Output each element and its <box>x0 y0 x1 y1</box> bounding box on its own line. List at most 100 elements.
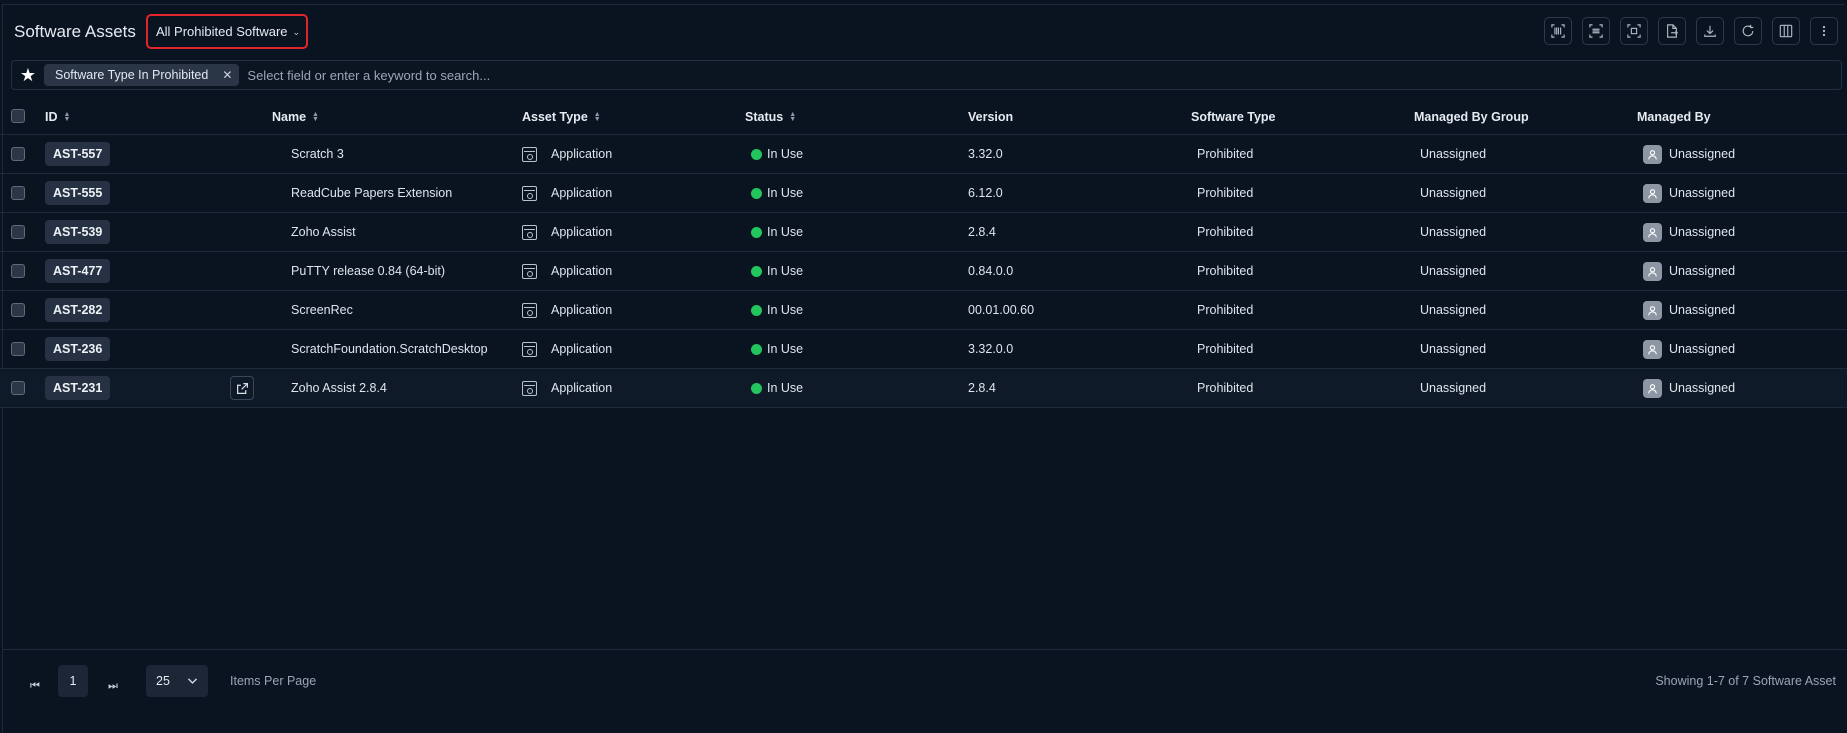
toolbar <box>1544 17 1838 45</box>
avatar <box>1643 378 1662 398</box>
row-checkbox[interactable] <box>11 264 25 278</box>
filter-chip-label: Software Type In Prohibited <box>55 68 209 82</box>
avatar <box>1643 183 1662 203</box>
software-type: Prohibited <box>1197 225 1254 239</box>
asset-name[interactable]: ScratchFoundation.ScratchDesktop <box>291 342 488 356</box>
asset-id-badge[interactable]: AST-282 <box>45 298 111 322</box>
items-per-page-select[interactable]: 25 <box>146 665 208 697</box>
column-header-id[interactable]: ID ▲ ▼ <box>45 110 70 124</box>
scan-button[interactable] <box>1582 17 1610 45</box>
current-page-button[interactable]: 1 <box>58 665 88 697</box>
search-input[interactable] <box>247 67 1841 83</box>
status-label: In Use <box>767 342 804 356</box>
download-button[interactable] <box>1696 17 1724 45</box>
asset-type: Application <box>551 186 613 200</box>
asset-id-badge[interactable]: AST-231 <box>45 376 111 400</box>
download-icon <box>1704 25 1716 37</box>
status-dot <box>751 382 762 394</box>
row-checkbox[interactable] <box>11 147 25 161</box>
row-checkbox[interactable] <box>11 186 25 200</box>
refresh-button[interactable] <box>1734 17 1762 45</box>
asset-type: Application <box>551 342 613 356</box>
row-checkbox[interactable] <box>11 342 25 356</box>
filter-chip[interactable]: Software Type In Prohibited ✕ <box>44 64 240 86</box>
select-all-checkbox[interactable] <box>11 109 25 123</box>
column-header-status[interactable]: Status ▲ ▼ <box>745 110 796 124</box>
application-icon <box>522 224 537 240</box>
column-header-managed-by[interactable]: Managed By <box>1637 110 1711 124</box>
column-header-name[interactable]: Name ▲ ▼ <box>272 110 319 124</box>
table-row[interactable]: AST-231 Zoho Assist 2.8.4 Application In… <box>0 369 1847 408</box>
managed-by-group: Unassigned <box>1420 147 1487 161</box>
application-icon <box>522 185 537 201</box>
row-checkbox[interactable] <box>11 381 25 395</box>
status-label: In Use <box>767 264 804 278</box>
application-icon <box>522 341 537 357</box>
table-row[interactable]: AST-282 ScreenRec Application In Use 00.… <box>0 291 1847 330</box>
user-icon <box>1648 344 1657 354</box>
columns-button[interactable] <box>1772 17 1800 45</box>
column-header-asset-type[interactable]: Asset Type ▲ ▼ <box>522 110 601 124</box>
first-page-button[interactable]: ⏮ <box>25 676 45 696</box>
asset-name[interactable]: ScreenRec <box>291 303 353 317</box>
items-per-page-label: Items Per Page <box>230 674 317 688</box>
star-icon[interactable]: ★ <box>12 66 44 84</box>
avatar <box>1643 339 1662 359</box>
status-dot <box>751 187 762 199</box>
managed-by: Unassigned <box>1669 303 1736 317</box>
export-button[interactable] <box>1658 17 1686 45</box>
table-row[interactable]: AST-555 ReadCube Papers Extension Applic… <box>0 174 1847 213</box>
asset-name[interactable]: Zoho Assist 2.8.4 <box>291 381 387 395</box>
column-header-version[interactable]: Version <box>968 110 1013 124</box>
asset-name[interactable]: Zoho Assist <box>291 225 356 239</box>
last-page-button[interactable]: ⏭ <box>103 676 123 696</box>
asset-id-badge[interactable]: AST-477 <box>45 259 111 283</box>
status-dot <box>751 265 762 277</box>
open-in-new-tab-button[interactable] <box>230 376 254 400</box>
asset-name[interactable]: Scratch 3 <box>291 147 344 161</box>
status-dot <box>751 226 762 238</box>
asset-type: Application <box>551 264 613 278</box>
qr-scan-button[interactable] <box>1620 17 1648 45</box>
table-row[interactable]: AST-557 Scratch 3 Application In Use 3.3… <box>0 135 1847 174</box>
status-label: In Use <box>767 381 804 395</box>
managed-by: Unassigned <box>1669 264 1736 278</box>
avatar <box>1643 300 1662 320</box>
managed-by-group: Unassigned <box>1420 381 1487 395</box>
row-checkbox[interactable] <box>11 225 25 239</box>
columns-icon <box>1779 24 1793 38</box>
status-dot <box>751 148 762 160</box>
table-row[interactable]: AST-477 PuTTY release 0.84 (64-bit) Appl… <box>0 252 1847 291</box>
external-link-icon <box>236 382 248 394</box>
status-label: In Use <box>767 225 804 239</box>
asset-id-badge[interactable]: AST-557 <box>45 142 111 166</box>
sort-icon: ▲ ▼ <box>789 111 797 123</box>
asset-id-badge[interactable]: AST-539 <box>45 220 111 244</box>
version: 00.01.00.60 <box>968 303 1035 317</box>
row-checkbox[interactable] <box>11 303 25 317</box>
column-header-managed-by-group[interactable]: Managed By Group <box>1414 110 1529 124</box>
barcode-button[interactable] <box>1544 17 1572 45</box>
software-type: Prohibited <box>1197 264 1254 278</box>
table-row[interactable]: AST-236 ScratchFoundation.ScratchDesktop… <box>0 330 1847 369</box>
table-header: ID ▲ ▼ Name ▲ ▼ Asset Type ▲ ▼ Status ▲ ▼ Ve… <box>0 99 1847 135</box>
user-icon <box>1648 149 1657 159</box>
version: 0.84.0.0 <box>968 264 1014 278</box>
sort-icon: ▲ ▼ <box>63 111 71 123</box>
table-row[interactable]: AST-539 Zoho Assist Application In Use 2… <box>0 213 1847 252</box>
asset-name[interactable]: PuTTY release 0.84 (64-bit) <box>291 264 445 278</box>
filter-bar: ★ Software Type In Prohibited ✕ <box>11 60 1842 90</box>
avatar <box>1643 261 1662 281</box>
column-header-software-type[interactable]: Software Type <box>1191 110 1276 124</box>
table-body: AST-557 Scratch 3 Application In Use 3.3… <box>0 135 1847 408</box>
software-type: Prohibited <box>1197 147 1254 161</box>
more-options-button[interactable] <box>1810 17 1838 45</box>
asset-name[interactable]: ReadCube Papers Extension <box>291 186 452 200</box>
close-icon[interactable]: ✕ <box>222 68 232 82</box>
assets-table: ID ▲ ▼ Name ▲ ▼ Asset Type ▲ ▼ Status ▲ ▼ Ve… <box>0 99 1847 408</box>
view-selector-label: All Prohibited Software <box>156 24 288 39</box>
application-icon <box>522 380 537 396</box>
view-selector-dropdown[interactable]: All Prohibited Software ⌄ <box>146 14 308 49</box>
asset-id-badge[interactable]: AST-555 <box>45 181 111 205</box>
asset-id-badge[interactable]: AST-236 <box>45 337 111 361</box>
